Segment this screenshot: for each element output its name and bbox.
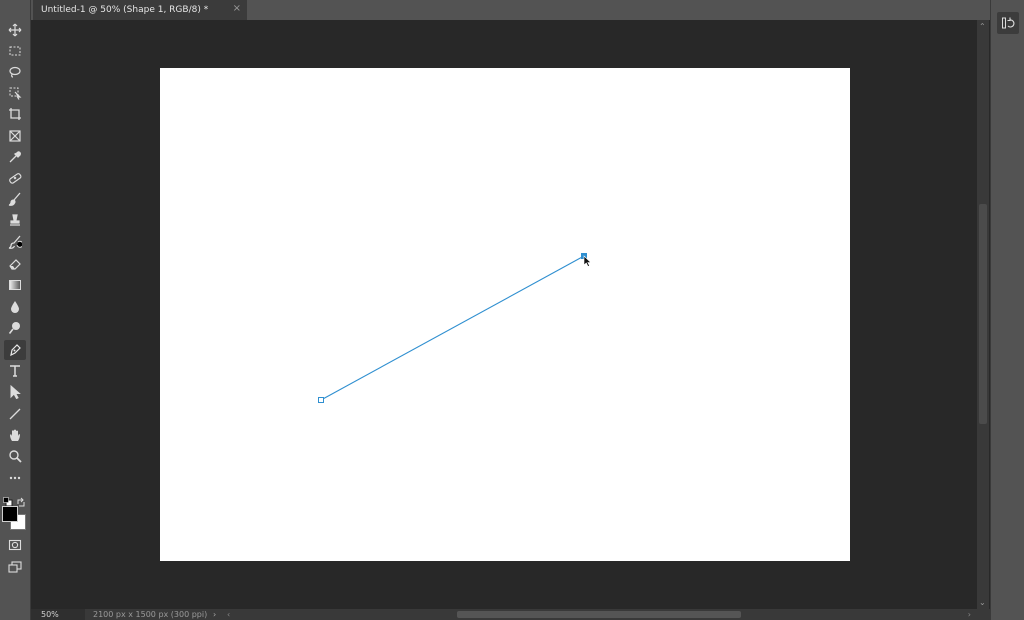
history-panel-icon[interactable] — [997, 12, 1019, 34]
document-tab-title: Untitled-1 @ 50% (Shape 1, RGB/8) * — [41, 5, 209, 15]
tools-panel — [0, 0, 31, 620]
hand-tool-icon[interactable] — [4, 425, 26, 445]
chevron-right-icon[interactable]: › — [213, 609, 216, 620]
scroll-up-icon[interactable]: ⌃ — [979, 22, 986, 31]
document-info: 2100 px x 1500 px (300 ppi) — [93, 610, 208, 619]
cursor-icon — [583, 255, 592, 267]
workspace — [31, 20, 977, 609]
vertical-scroll-thumb[interactable] — [979, 204, 987, 424]
horizontal-scroll-thumb[interactable] — [457, 611, 741, 618]
eraser-tool-icon[interactable] — [4, 254, 26, 274]
document-tab-bar: Untitled-1 @ 50% (Shape 1, RGB/8) * × — [31, 0, 993, 20]
brush-tool-icon[interactable] — [4, 189, 26, 209]
anchor-point-start[interactable] — [318, 397, 324, 403]
panel-dock — [990, 0, 1024, 620]
pen-tool-icon[interactable] — [4, 340, 26, 360]
blur-tool-icon[interactable] — [4, 297, 26, 317]
foreground-color-swatch[interactable] — [2, 506, 18, 522]
path-segment[interactable] — [320, 255, 585, 401]
zoom-level-field[interactable]: 50% — [31, 609, 85, 620]
path-select-tool-icon[interactable] — [4, 382, 26, 402]
crop-tool-icon[interactable] — [4, 104, 26, 124]
history-brush-tool-icon[interactable] — [4, 232, 26, 252]
close-icon[interactable]: × — [233, 3, 241, 14]
dodge-tool-icon[interactable] — [4, 318, 26, 338]
lasso-tool-icon[interactable] — [4, 62, 26, 82]
status-bar: 50% 2100 px x 1500 px (300 ppi) › ‹ › — [31, 609, 993, 620]
line-tool-icon[interactable] — [4, 404, 26, 424]
pen-path-overlay — [318, 253, 592, 403]
frame-tool-icon[interactable] — [4, 126, 26, 146]
vertical-scrollbar[interactable]: ⌃ ⌄ — [977, 20, 989, 609]
document-tab[interactable]: Untitled-1 @ 50% (Shape 1, RGB/8) * × — [33, 0, 247, 20]
document-canvas[interactable] — [160, 68, 850, 561]
quick-mask-icon[interactable] — [4, 535, 26, 555]
zoom-tool-icon[interactable] — [4, 446, 26, 466]
clone-stamp-tool-icon[interactable] — [4, 210, 26, 230]
swap-colors-icon[interactable] — [16, 492, 26, 507]
move-tool-icon[interactable] — [4, 20, 26, 40]
scroll-down-icon[interactable]: ⌄ — [979, 598, 986, 607]
more-tools-icon[interactable] — [4, 468, 26, 488]
scroll-right-icon[interactable]: › — [968, 609, 971, 620]
eyedropper-tool-icon[interactable] — [4, 147, 26, 167]
gradient-tool-icon[interactable] — [4, 275, 26, 295]
marquee-tool-icon[interactable] — [4, 41, 26, 61]
type-tool-icon[interactable] — [4, 361, 26, 381]
scroll-left-icon[interactable]: ‹ — [227, 609, 230, 620]
healing-brush-tool-icon[interactable] — [4, 168, 26, 188]
screen-mode-icon[interactable] — [4, 557, 26, 577]
default-colors-icon[interactable] — [3, 492, 13, 507]
object-select-tool-icon[interactable] — [4, 83, 26, 103]
